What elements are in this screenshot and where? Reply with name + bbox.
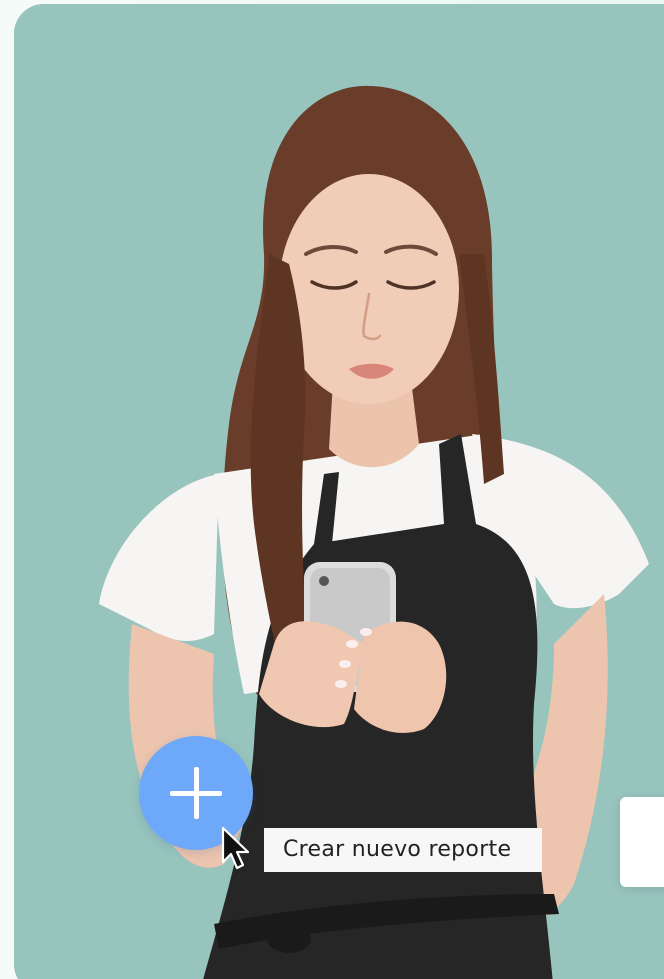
side-panel-card	[620, 797, 664, 887]
plus-icon-vertical	[194, 767, 199, 819]
create-report-tooltip: Crear nuevo reporte	[264, 828, 542, 872]
page: Crear nuevo reporte	[0, 0, 664, 979]
mouse-cursor-icon	[221, 826, 250, 870]
